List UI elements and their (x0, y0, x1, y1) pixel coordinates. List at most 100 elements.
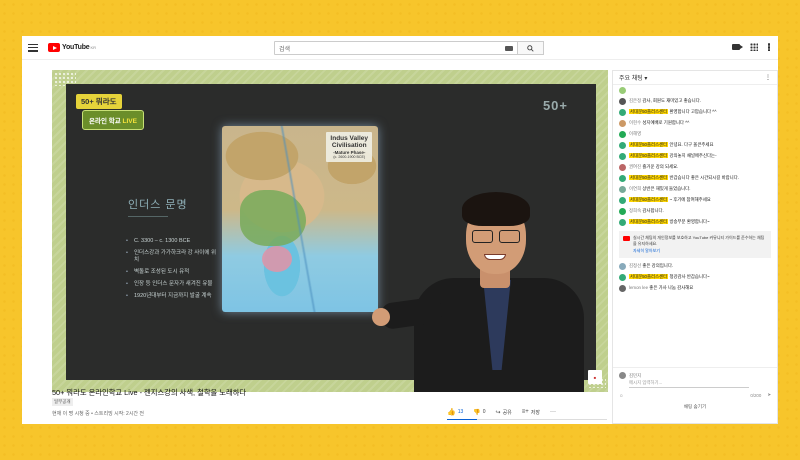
chat-message-content: 정희숙 감사합니다. (629, 208, 664, 214)
like-ratio-fill (447, 419, 477, 420)
youtube-window: YouTube KR 검색 50+ 뭐라도 온라인 학교 LIVE 50+ 인더… (22, 36, 778, 424)
chat-text: 감사, 회원도 재미있고 좋습니다. (642, 98, 701, 103)
chat-author[interactable]: 이연희 (629, 186, 641, 191)
avatar (619, 284, 626, 292)
create-video-icon[interactable] (732, 44, 743, 50)
dislike-button[interactable]: 👎 0 (473, 409, 485, 416)
avatar (619, 219, 626, 226)
more-button[interactable]: ··· (550, 409, 556, 415)
presenter-smile (484, 254, 506, 260)
save-button[interactable]: ≡+ 저장 (522, 409, 540, 416)
chat-text: 상반은 재밌게 들었습니다. (642, 186, 691, 191)
settings-dots-icon[interactable] (768, 43, 770, 51)
avatar (619, 197, 626, 204)
avatar (619, 87, 626, 94)
chat-author[interactable]: 서대문50플러스센터 (629, 197, 669, 202)
send-icon[interactable]: ➤ (767, 392, 771, 398)
like-button[interactable]: 👍 13 (447, 408, 463, 416)
chat-author[interactable]: 서대문50플러스센터 (629, 142, 669, 147)
avatar (619, 372, 626, 379)
chat-message: 서대문50플러스센터 환영합니다 고맙습니다 ^^ (613, 107, 777, 118)
chat-author[interactable]: 김정선 (629, 263, 641, 268)
chat-author[interactable]: 김은정 (629, 98, 641, 103)
chat-more-icon[interactable]: ⋮ (765, 74, 771, 81)
chat-message-field[interactable]: 메시지 입력하기... (629, 380, 749, 388)
chat-author[interactable]: 서대문50플러스센터 (629, 273, 669, 279)
search-input[interactable]: 검색 (274, 41, 518, 55)
notice-link[interactable]: 자세히 알아보기 (633, 248, 767, 254)
chat-message: 김정선 좋은 강의입니다. (613, 261, 777, 272)
program-logo-live: LIVE (122, 118, 137, 125)
presenter (372, 180, 592, 392)
map-title-line1: Indus Valley (330, 135, 368, 142)
dislike-count: 0 (482, 409, 486, 415)
chat-author[interactable]: 이현수 (629, 120, 641, 125)
notice-text: 실시간 채팅의 개인정보를 보호하고 YouTube 커뮤니티 가이드를 준수하… (633, 235, 765, 246)
chat-mode-dropdown[interactable]: 주요 채팅 ▾ (619, 73, 647, 82)
search-button[interactable] (518, 41, 544, 55)
chat-input-controls: ☺ 0/200 ➤ (619, 392, 771, 398)
emoji-icon[interactable]: ☺ (619, 393, 623, 398)
video-meta: 현재 이 명 시청 중 • 스트리밍 시작: 2시간 전 (52, 411, 145, 417)
chat-author[interactable]: 정희숙 (629, 208, 641, 213)
menu-icon[interactable] (28, 43, 38, 52)
chat-message: 서대문50플러스센터 방송부분 환영합니다~ (613, 217, 777, 228)
save-label: 저장 (530, 409, 540, 416)
video-player[interactable]: 50+ 뭐라도 온라인 학교 LIVE 50+ 인더스 문명 C. 3300 –… (52, 70, 608, 392)
chat-message (613, 85, 777, 96)
presenter-glasses (472, 230, 520, 243)
avatar (619, 175, 626, 182)
keyboard-icon[interactable] (505, 45, 513, 51)
chat-author[interactable]: 서대문50플러스센터 (629, 175, 669, 180)
avatar (619, 164, 626, 171)
chat-author[interactable]: 서대문50플러스센터 (629, 153, 669, 158)
chat-author[interactable]: 서대문50플러스센터 (629, 219, 669, 224)
chat-text: 환영합니다 고맙습니다 ^^ (669, 109, 717, 114)
search-bar: 검색 (274, 41, 544, 55)
chat-text: 안녕요. 다구 올큰주세요 (669, 142, 714, 147)
chat-messages[interactable]: 김은정 감사, 회원도 재미있고 좋습니다. 서대문50플러스센터 환영합니다 고… (613, 85, 777, 367)
map-title: Indus Valley Civilisation -Mature Phase-… (326, 132, 372, 162)
chat-author[interactable]: lemon lee (629, 285, 648, 290)
search-icon (527, 44, 534, 52)
slide-divider (128, 216, 168, 217)
chat-message-content: 서대문50플러스센터 ~ 후기에 참여해주세요 (629, 197, 711, 203)
chat-message-content: 권여진 즐거운 강의 되세요. (629, 164, 678, 170)
chat-message-content: 서대문50플러스센터 청강감사 반갑습니다~ (629, 273, 710, 280)
presenter-hair (462, 192, 530, 226)
chat-header: 주요 채팅 ▾ ⋮ (613, 71, 777, 85)
slide-bullet: 인장 등 인더스 문자가 새겨진 유물 (126, 281, 218, 288)
avatar (619, 153, 626, 160)
chat-message-content: 서대문50플러스센터 반갑습니다 좋은 시간되시길 바랍니다. (629, 175, 739, 181)
visibility-badge: 일부공개 (52, 398, 73, 406)
share-button[interactable]: ↪ 공유 (496, 409, 512, 416)
chat-message-content: 이연희 상반은 재밌게 들었습니다. (629, 186, 690, 192)
slide-bullets: C. 3300 – c. 1300 BCE 인더스강과 가가하크라 강 사이에 … (126, 238, 218, 305)
chat-author[interactable]: 이해영 (629, 131, 641, 136)
more-icon: ··· (550, 409, 556, 415)
hide-chat-button[interactable]: 채팅 숨기기 (612, 404, 778, 410)
chat-text: 청강감사 반갑습니다~ (669, 273, 710, 279)
avatar (619, 186, 626, 193)
avatar (619, 109, 626, 116)
slide-bullet: 1920년대부터 지금까지 발굴 계속 (126, 293, 218, 300)
map-title-line2: Civilisation (331, 142, 367, 149)
logo-region: KR (90, 45, 97, 50)
chat-message: 권여진 즐거운 강의 되세요. (613, 162, 777, 173)
corner-dots-br (588, 378, 606, 388)
notice-content: 실시간 채팅의 개인정보를 보호하고 YouTube 커뮤니티 가이드를 준수하… (633, 235, 767, 254)
video-actions: 👍 13 👎 0 ↪ 공유 ≡+ 저장 ··· (447, 408, 556, 416)
chat-text: 성지예배로 기원합니다 ^^ (642, 120, 690, 125)
chat-message: 서대문50플러스센터 청강감사 반갑습니다~ (613, 272, 777, 283)
youtube-logo[interactable]: YouTube KR (48, 43, 96, 52)
video-title: 50+ 뭐라도 온라인학교 Live - 젠지스강의 사색, 철학을 노래하다 (52, 388, 247, 397)
chat-author[interactable]: 서대문50플러스센터 (629, 109, 669, 114)
like-count: 13 (457, 409, 464, 415)
apps-icon[interactable] (750, 43, 758, 51)
map-title-line4: (c. 2600-1900 BCE) (333, 155, 366, 159)
presenter-hand (372, 308, 390, 326)
chevron-down-icon: ▾ (644, 76, 648, 82)
chat-message: 서대문50플러스센터 강의놓지 채널에주신다는- (613, 151, 777, 162)
search-placeholder: 검색 (279, 46, 291, 53)
chat-author[interactable]: 권여진 (629, 164, 641, 169)
